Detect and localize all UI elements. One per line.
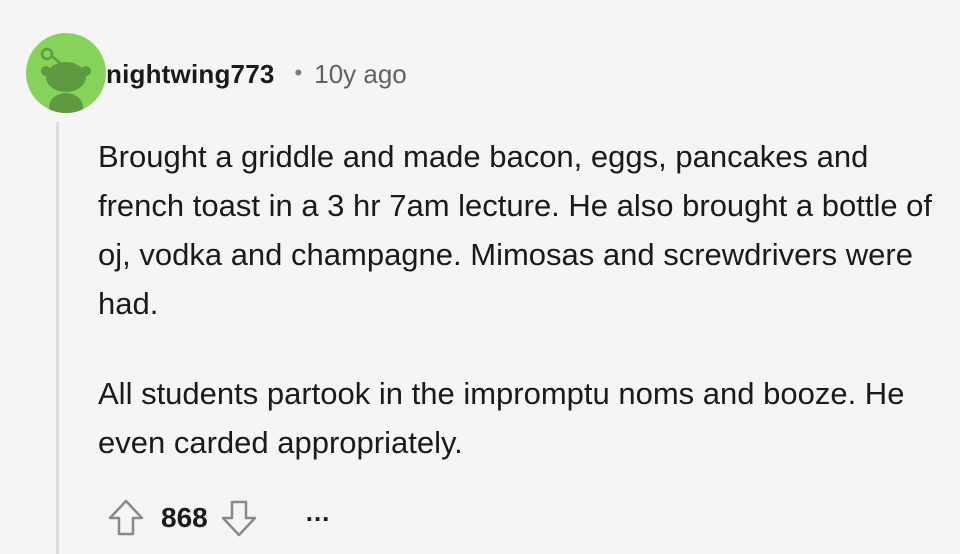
comment-actions: 868 ...: [107, 496, 330, 540]
downvote-button[interactable]: [220, 498, 258, 538]
thread-line[interactable]: [56, 122, 59, 554]
comment-body: Brought a griddle and made bacon, eggs, …: [98, 132, 943, 467]
avatar[interactable]: [26, 33, 106, 113]
comment-paragraph: Brought a griddle and made bacon, eggs, …: [98, 139, 933, 321]
meta-separator: •: [294, 60, 303, 85]
comment-paragraph: All students partook in the impromptu no…: [98, 376, 905, 460]
author-username[interactable]: nightwing773: [106, 59, 275, 90]
comment: nightwing773 • 10y ago Brought a griddle…: [0, 0, 960, 554]
comment-header: nightwing773 • 10y ago: [106, 56, 407, 92]
more-options-button[interactable]: ...: [306, 497, 331, 528]
vote-score: 868: [161, 502, 208, 533]
arrow-up-icon: [108, 499, 144, 536]
comment-timestamp[interactable]: 10y ago: [314, 59, 407, 90]
upvote-button[interactable]: [107, 498, 145, 538]
snoo-icon: [40, 47, 91, 113]
arrow-down-icon: [221, 500, 256, 537]
